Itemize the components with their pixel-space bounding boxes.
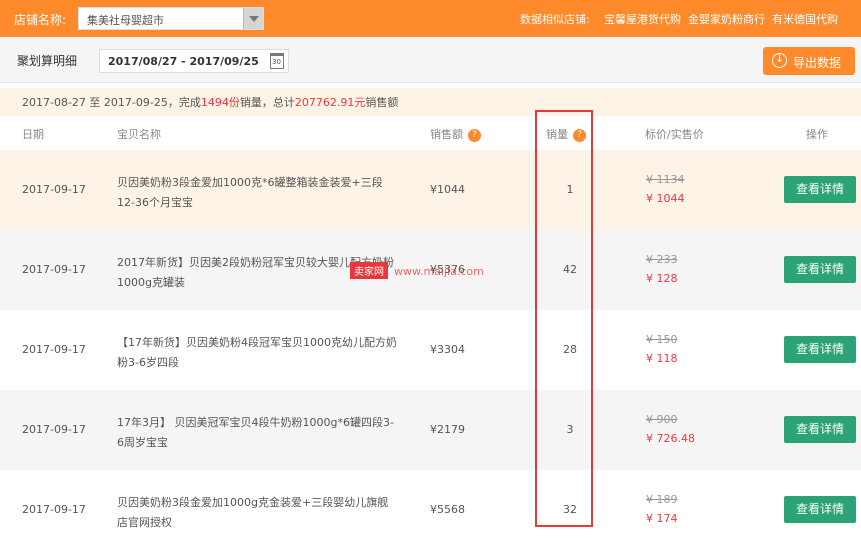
date-range-value: 2017/08/27 - 2017/09/25	[108, 55, 259, 68]
view-details-button[interactable]: 查看详情	[784, 176, 856, 203]
row-list-price: ¥ 189	[646, 493, 678, 506]
download-icon	[772, 52, 787, 68]
row-sales: ¥1044	[430, 183, 465, 196]
similar-shops-label: 数据相似店铺:	[520, 13, 590, 26]
row-sale-price: ¥ 1044	[646, 192, 685, 205]
similar-shop-link[interactable]: 有米德国代购	[772, 11, 838, 27]
row-sales: ¥2179	[430, 423, 465, 436]
quantity-highlight-box	[535, 110, 593, 527]
row-date: 2017-09-17	[22, 183, 86, 196]
column-name: 宝贝名称	[117, 128, 161, 141]
help-icon[interactable]: ?	[468, 128, 481, 142]
table-row: 2017-09-17 贝因美奶粉3段金爱加1000克*6罐整箱装金装爱+三段12…	[0, 150, 861, 230]
row-product-name: 【17年新货】贝因美奶粉4段冠军宝贝1000克幼儿配方奶粉3-6岁四段	[117, 336, 397, 369]
view-details-button[interactable]: 查看详情	[784, 256, 856, 283]
toolbar: 聚划算明细 2017/08/27 - 2017/09/25 导出数据	[0, 37, 861, 83]
row-date: 2017-09-17	[22, 503, 86, 516]
summary-count: 1494份	[200, 96, 240, 109]
view-details-button[interactable]: 查看详情	[784, 336, 856, 363]
view-details-button[interactable]: 查看详情	[784, 416, 856, 443]
export-data-button[interactable]: 导出数据	[763, 47, 855, 75]
similar-shop-link[interactable]: 金婴家奶粉商行	[688, 11, 765, 27]
summary-bar: 2017-08-27 至 2017-09-25，完成1494份销量，总计2077…	[0, 88, 861, 116]
row-list-price: ¥ 150	[646, 333, 678, 346]
row-sale-price: ¥ 726.48	[646, 432, 695, 445]
row-date: 2017-09-17	[22, 423, 86, 436]
table-header: 日期 宝贝名称 销售额? 销量? 标价/实售价 操作	[0, 118, 861, 148]
export-data-label: 导出数据	[793, 56, 842, 70]
table-row: 2017-09-17 17年3月】 贝因美冠军宝贝4段牛奶粉1000g*6罐四段…	[0, 390, 861, 470]
row-sales: ¥5568	[430, 503, 465, 516]
date-range-input[interactable]: 2017/08/27 - 2017/09/25	[99, 49, 289, 73]
calendar-icon[interactable]	[270, 53, 284, 69]
column-sales: 销售额?	[430, 126, 481, 142]
table-row: 2017-09-17 【17年新货】贝因美奶粉4段冠军宝贝1000克幼儿配方奶粉…	[0, 310, 861, 390]
row-list-price: ¥ 1134	[646, 173, 685, 186]
top-bar: 店铺名称: 集美社母婴超市 数据相似店铺: 宝馨屋港货代购 金婴家奶粉商行 有米…	[0, 0, 861, 37]
row-list-price: ¥ 233	[646, 253, 678, 266]
similar-shop-link[interactable]: 宝馨屋港货代购	[604, 11, 681, 27]
column-price: 标价/实售价	[645, 128, 704, 141]
column-sales-label: 销售额	[430, 128, 463, 141]
summary-total: 207762.91元	[294, 96, 366, 109]
shop-name-label: 店铺名称:	[14, 13, 67, 27]
row-sale-price: ¥ 128	[646, 272, 678, 285]
summary-suffix: 销售额	[365, 96, 399, 109]
row-list-price: ¥ 900	[646, 413, 678, 426]
table-row: 2017-09-17 贝因美奶粉3段金爱加1000g克金装爱+三段婴幼儿旗舰店官…	[0, 470, 861, 539]
view-details-button[interactable]: 查看详情	[784, 496, 856, 523]
watermark: 卖家网 www.maijia.com	[350, 262, 484, 279]
row-product-name: 17年3月】 贝因美冠军宝贝4段牛奶粉1000g*6罐四段3-6周岁宝宝	[117, 416, 394, 449]
row-product-name: 贝因美奶粉3段金爱加1000g克金装爱+三段婴幼儿旗舰店官网授权	[117, 496, 389, 529]
shop-select-value: 集美社母婴超市	[87, 14, 164, 27]
section-title: 聚划算明细	[17, 54, 78, 68]
watermark-tag: 卖家网	[350, 262, 388, 279]
summary-mid: 销量，总计	[239, 96, 295, 109]
summary-prefix: 2017-08-27 至 2017-09-25，完成	[22, 96, 201, 109]
row-sale-price: ¥ 118	[646, 352, 678, 365]
column-date: 日期	[22, 128, 44, 141]
column-action: 操作	[806, 128, 828, 141]
row-product-name: 贝因美奶粉3段金爱加1000克*6罐整箱装金装爱+三段12-36个月宝宝	[117, 176, 383, 209]
row-sales: ¥3304	[430, 343, 465, 356]
watermark-text: www.maijia.com	[394, 265, 484, 278]
row-date: 2017-09-17	[22, 343, 86, 356]
row-date: 2017-09-17	[22, 263, 86, 276]
chevron-down-icon[interactable]	[243, 8, 263, 29]
row-sale-price: ¥ 174	[646, 512, 678, 525]
shop-select[interactable]: 集美社母婴超市	[78, 7, 264, 30]
